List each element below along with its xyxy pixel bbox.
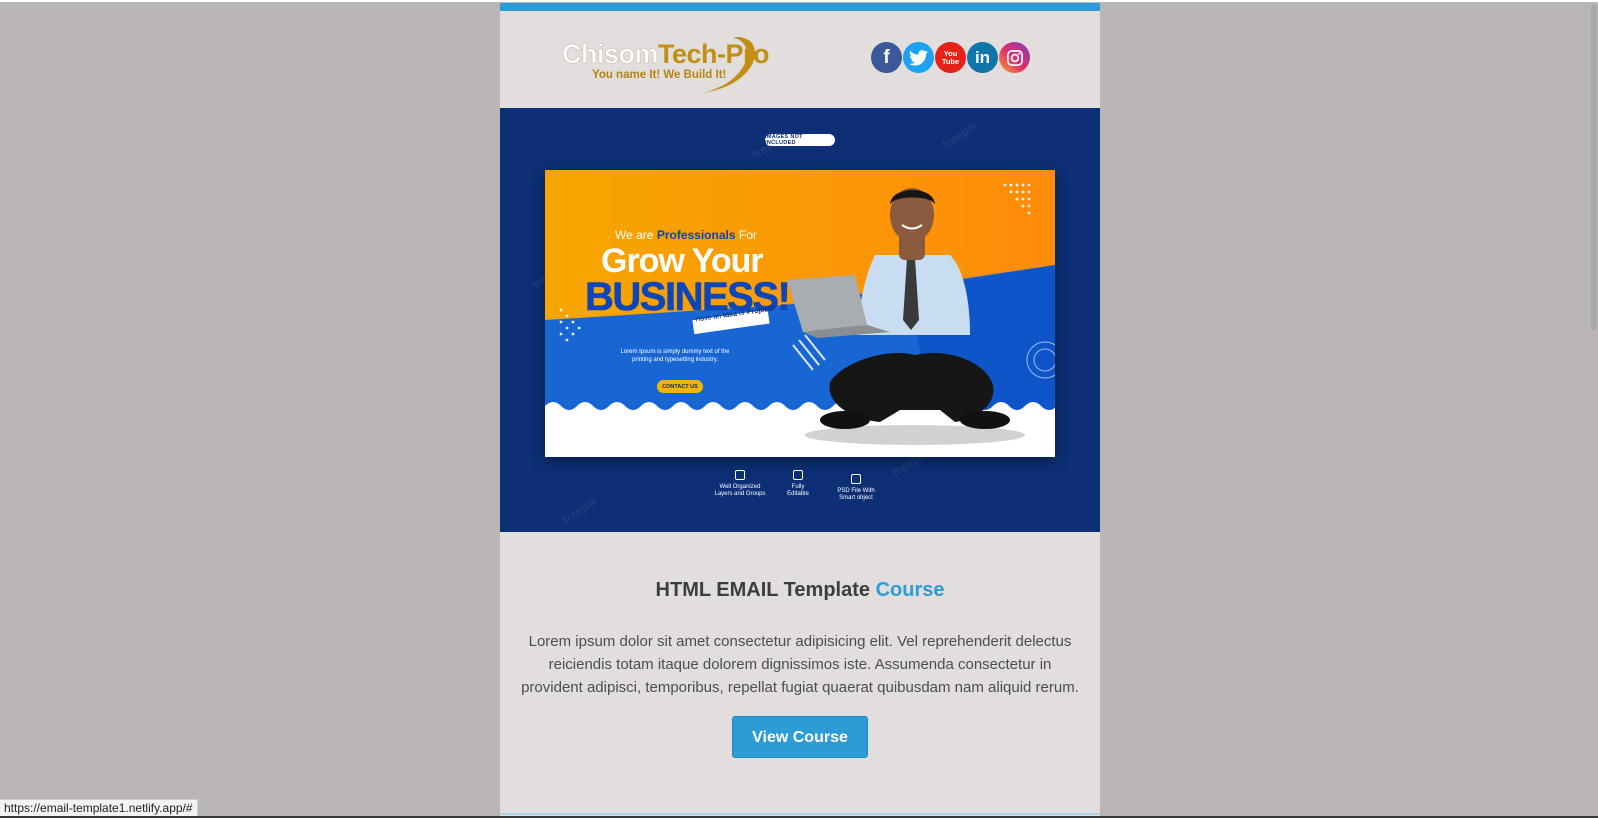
images-not-included-badge: IMAGES NOT INCLUDED [765,134,835,146]
feature-layers-line2: Layers and Groups [714,491,766,497]
logo-name-part2: Tech-Pro [658,39,770,69]
feature-psd: PSD File With Smart object [830,474,882,502]
logo-name-part1: Chisom [562,39,659,70]
banner-line1-c: For [738,228,757,242]
logo-tagline: You name It! We Build It! [592,69,727,81]
headline-part1: HTML EMAIL Template [655,579,870,601]
watermark: freepik [939,117,980,153]
banner-line1-b: Professionals [656,228,736,242]
youtube-glyph: You Tube [941,48,960,66]
twitter-bird-icon [909,49,928,66]
course-headline: HTML EMAIL Template Course [500,579,1100,602]
banner-line1: We are Professionals For [615,228,757,242]
feature-editable-line1: Fully [791,484,805,490]
view-course-button[interactable]: View Course [732,716,868,758]
page-scrollbar[interactable] [1591,4,1597,330]
feature-layers-line1: Well Organized [719,484,761,490]
course-description: Lorem ipsum dolor sit amet consectetur a… [521,633,1079,696]
banner-card: We are Professionals For Grow Your BUSIN… [545,170,1055,457]
facebook-glyph: f [883,46,890,68]
banner-contact-button: CONTACT US [662,383,698,390]
banner-tag-c: or [738,309,746,318]
feature-psd-line2: Smart object [839,495,873,501]
accent-bar [500,3,1100,11]
facebook-icon[interactable]: f [871,42,902,73]
social-links: f 🐦 You Tube in ◎ [871,42,1030,73]
feature-editable: Fully Editable [778,470,818,498]
twitter-icon[interactable]: 🐦 [903,42,934,73]
email-header: ChisomTech-Pro You name It! We Build It!… [500,11,1100,108]
linkedin-icon[interactable]: in [967,42,998,73]
feature-psd-line1: PSD File With [837,488,875,494]
banner-blurb: Lorem Ipsum is simply dummy text of the … [605,348,745,364]
feature-editable-line2: Editable [787,491,809,497]
youtube-icon[interactable]: You Tube [935,42,966,73]
viewport-top-edge [0,0,1598,2]
email-content: HTML EMAIL Template Course Lorem ipsum d… [500,532,1100,758]
footer-divider [500,813,1100,815]
layers-icon [735,470,745,480]
edit-icon [793,470,803,480]
logo-wordmark: ChisomTech-Pro [562,39,770,70]
brand-logo[interactable]: ChisomTech-Pro You name It! We Build It! [562,33,770,99]
banner-blurb-2: printing and typesetting industry. [632,357,718,363]
linkedin-glyph: in [974,47,991,67]
headline-highlight: Course [875,579,945,601]
banner-line1-a: We are [615,228,654,242]
folder-icon [851,474,861,484]
watermark: freepik [559,492,600,528]
banner-blurb-1: Lorem Ipsum is simply dummy text of the [620,349,730,355]
hero-banner-image: freepik freepik freepik freepik freepik … [500,108,1100,532]
instagram-icon[interactable]: ◎ [999,42,1030,73]
feature-layers: Well Organized Layers and Groups [710,470,770,498]
email-container: ChisomTech-Pro You name It! We Build It!… [500,3,1100,818]
instagram-camera-icon [1006,49,1023,66]
